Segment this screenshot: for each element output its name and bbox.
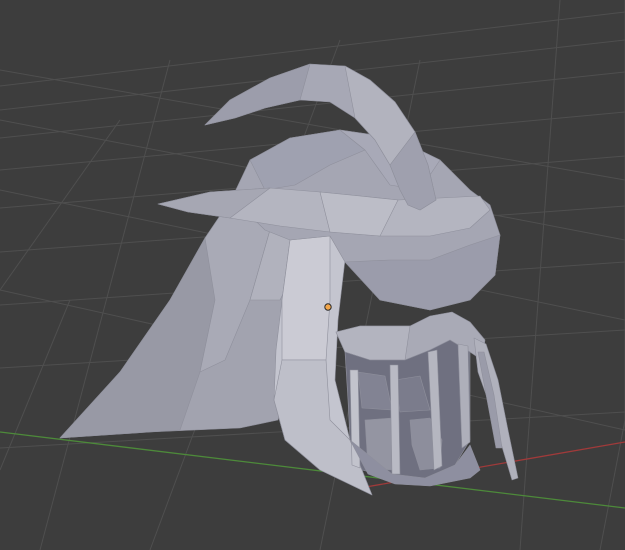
viewport-canvas[interactable] xyxy=(0,0,625,550)
3d-viewport[interactable] xyxy=(0,0,625,550)
object-origin-dot[interactable] xyxy=(324,303,332,311)
